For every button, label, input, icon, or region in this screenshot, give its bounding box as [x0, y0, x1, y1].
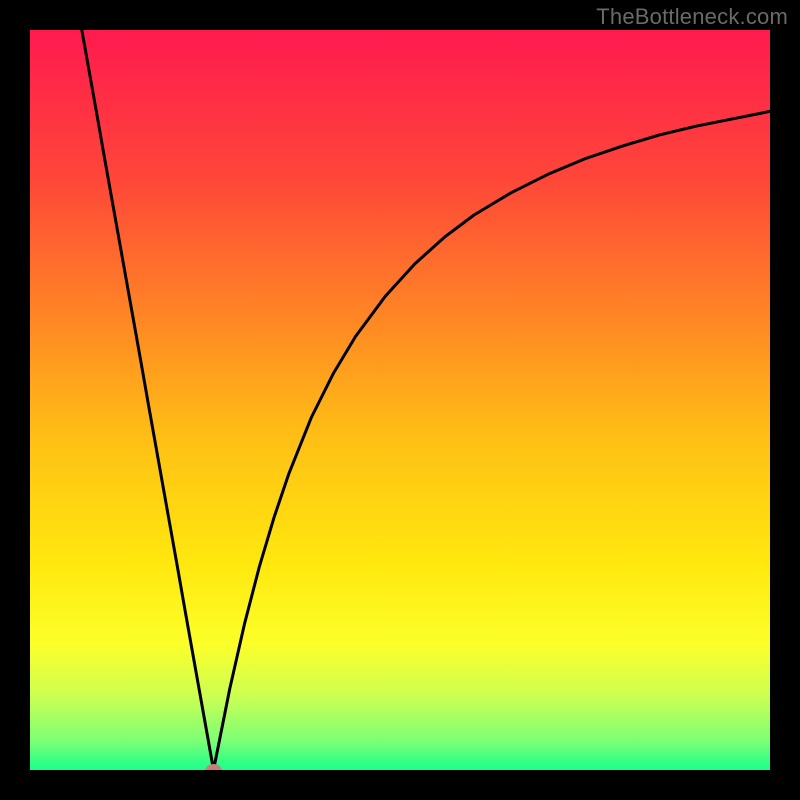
chart-frame: TheBottleneck.com: [0, 0, 800, 800]
chart-plot: [30, 30, 770, 770]
chart-background: [30, 30, 770, 770]
watermark-text: TheBottleneck.com: [596, 4, 788, 30]
